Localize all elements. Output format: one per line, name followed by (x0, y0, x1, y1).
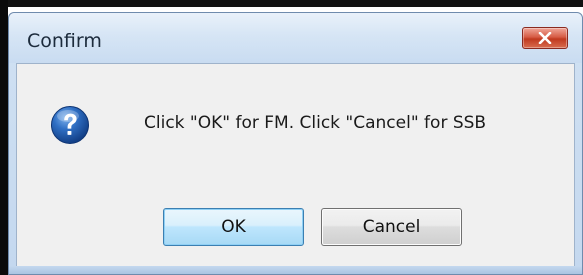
window-frame-bottom (9, 266, 582, 274)
window-title: Confirm (27, 30, 102, 52)
cancel-button[interactable]: Cancel (321, 208, 462, 246)
dialog-content: Click "OK" for FM. Click "Cancel" for SS… (16, 63, 575, 268)
close-icon (538, 32, 552, 44)
title-bar[interactable]: Confirm (9, 13, 582, 63)
background-edge-top (0, 0, 583, 12)
close-button[interactable] (522, 27, 568, 49)
dialog-message: Click "OK" for FM. Click "Cancel" for SS… (144, 113, 487, 133)
ok-button[interactable]: OK (163, 208, 304, 246)
background-edge-left (0, 0, 8, 275)
question-icon (51, 106, 89, 144)
confirm-dialog: Confirm Click "OK" for FM. Click "Cancel… (8, 12, 583, 275)
